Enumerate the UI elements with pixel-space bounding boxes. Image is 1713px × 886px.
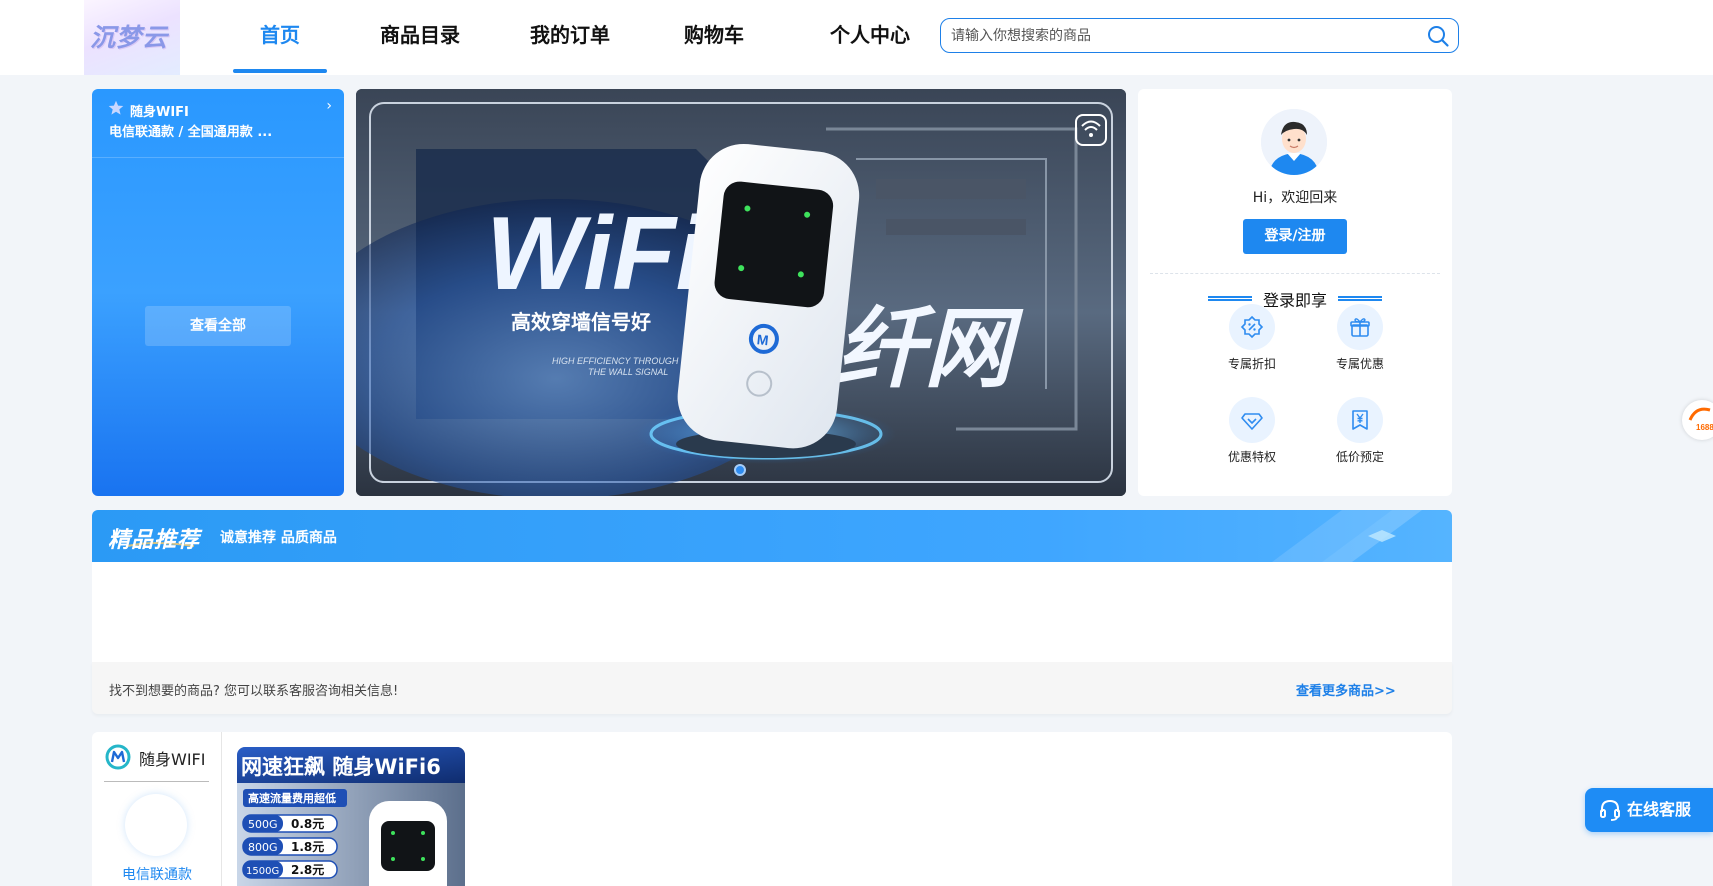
category-name: 随身WIFI [139, 750, 206, 769]
price-row: 500G 0.8元 [242, 814, 338, 833]
price-row: 800G 1.8元 [242, 837, 338, 856]
user-avatar-icon [1261, 109, 1327, 175]
perk-label: 低价预定 [1335, 450, 1384, 464]
perk-privilege[interactable]: 优惠特权 [1217, 397, 1287, 465]
avatar [1261, 109, 1327, 175]
svg-text:1.8元: 1.8元 [291, 840, 324, 854]
category-panel: 随身WIFI 电信联通款 网速狂飙 随身WiFi6 高速流量费用超低 500G … [92, 732, 1452, 886]
hero-banner[interactable]: WiFi6 高效穿墙信号好 HIGH EFFICIENCY THROUGH TH… [356, 89, 1126, 496]
diamond-icon [1241, 413, 1263, 430]
svg-text:1500G: 1500G [246, 866, 279, 877]
search-icon[interactable] [1426, 24, 1450, 48]
recommend-title: 精品推荐 [108, 528, 201, 553]
price-row: 1500G 2.8元 [242, 860, 338, 879]
perks-title: 登录即享 [1262, 291, 1327, 310]
discount-icon [1240, 315, 1264, 339]
welcome-text: Hi，欢迎回来 [1252, 190, 1338, 206]
recommend-header: 精品推荐 诚意推荐 品质商品 [92, 510, 1452, 562]
perk-coupon[interactable]: 专属优惠 [1325, 304, 1395, 372]
alibaba-1688-icon[interactable]: 1688 [1682, 400, 1713, 440]
carousel-dot[interactable] [734, 464, 746, 476]
perk-discount[interactable]: 专属折扣 [1217, 304, 1287, 372]
login-register-button[interactable]: 登录/注册 [1243, 219, 1347, 254]
category-image [125, 794, 187, 856]
nav-cart[interactable]: 购物车 [672, 0, 756, 75]
svg-text:0.8元: 0.8元 [291, 817, 324, 831]
banner-big-text: 纤网 [836, 297, 1024, 400]
banner-tagline: 高效穿墙信号好 [511, 310, 651, 334]
chevron-right-icon: › [326, 98, 332, 114]
recommend-subtitle: 诚意推荐 品质商品 [220, 530, 337, 546]
headset-icon [1600, 799, 1620, 821]
brand-logo-icon [105, 744, 131, 770]
nav-orders[interactable]: 我的订单 [520, 0, 620, 75]
svg-text:M: M [756, 331, 769, 348]
divider [104, 781, 209, 782]
recommend-content [92, 562, 1452, 662]
more-products-link[interactable]: 查看更多商品>> [1296, 680, 1396, 699]
recommend-footer: 找不到想要的商品? 您可以联系客服咨询相关信息! 查看更多商品>> [92, 662, 1452, 714]
nav-home[interactable]: 首页 [233, 0, 327, 75]
help-text: 找不到想要的商品? 您可以联系客服咨询相关信息! [109, 684, 399, 699]
service-label: 在线客服 [1627, 800, 1692, 819]
nav-catalog[interactable]: 商品目录 [370, 0, 470, 75]
banner-image: WiFi6 高效穿墙信号好 HIGH EFFICIENCY THROUGH TH… [356, 89, 1126, 496]
perk-label: 优惠特权 [1227, 450, 1276, 464]
top-header: 沉梦云 首页 商品目录 我的订单 购物车 个人中心 [0, 0, 1713, 75]
nav-profile[interactable]: 个人中心 [820, 0, 920, 75]
logo-text: 沉梦云 [90, 23, 169, 52]
divider [1150, 273, 1440, 274]
banner-tagline-en-2: THE WALL SIGNAL [588, 367, 668, 377]
svg-text:800G: 800G [248, 841, 278, 854]
product-image: 网速狂飙 随身WiFi6 高速流量费用超低 500G 0.8元 800G 1.8… [237, 747, 465, 886]
subcategory-link[interactable]: 电信联通款 [92, 864, 222, 884]
perk-label: 专属优惠 [1335, 357, 1384, 371]
perk-reserve[interactable]: 低价预定 [1325, 397, 1395, 465]
category-sidebar: 随身WIFI 电信联通款 [92, 732, 222, 886]
product-card[interactable]: 网速狂飙 随身WiFi6 高速流量费用超低 500G 0.8元 800G 1.8… [237, 747, 465, 886]
gift-icon [1350, 318, 1370, 337]
title-decoration-right [1338, 296, 1382, 301]
product-headline: 网速狂飙 随身WiFi6 [241, 755, 441, 779]
category-subtitle: 电信联通款 / 全国通用款 ... [109, 125, 273, 140]
svg-text:500G: 500G [248, 818, 278, 831]
site-logo[interactable]: 沉梦云 [84, 0, 180, 75]
search-box [940, 18, 1459, 53]
online-service-button[interactable]: 在线客服 [1585, 788, 1713, 832]
category-menu: 随身WIFI 电信联通款 / 全国通用款 ... › 查看全部 [92, 89, 344, 496]
star-icon [108, 100, 124, 115]
search-input[interactable] [951, 19, 1411, 52]
category-title: 随身WIFI [130, 105, 189, 120]
banner-tagline-en-1: HIGH EFFICIENCY THROUGH [552, 356, 679, 366]
badge-text: 1688 [1696, 423, 1713, 432]
user-card: Hi，欢迎回来 登录/注册 登录即享 专属折扣 专属优惠 优惠特权 低价预定 [1138, 89, 1452, 496]
product-subtitle: 高速流量费用超低 [248, 791, 336, 805]
perk-label: 专属折扣 [1227, 357, 1276, 371]
yen-icon [1352, 410, 1368, 430]
svg-text:2.8元: 2.8元 [291, 863, 324, 877]
category-item-wifi[interactable]: 随身WIFI 电信联通款 / 全国通用款 ... › [92, 89, 344, 158]
view-all-button[interactable]: 查看全部 [145, 306, 291, 346]
